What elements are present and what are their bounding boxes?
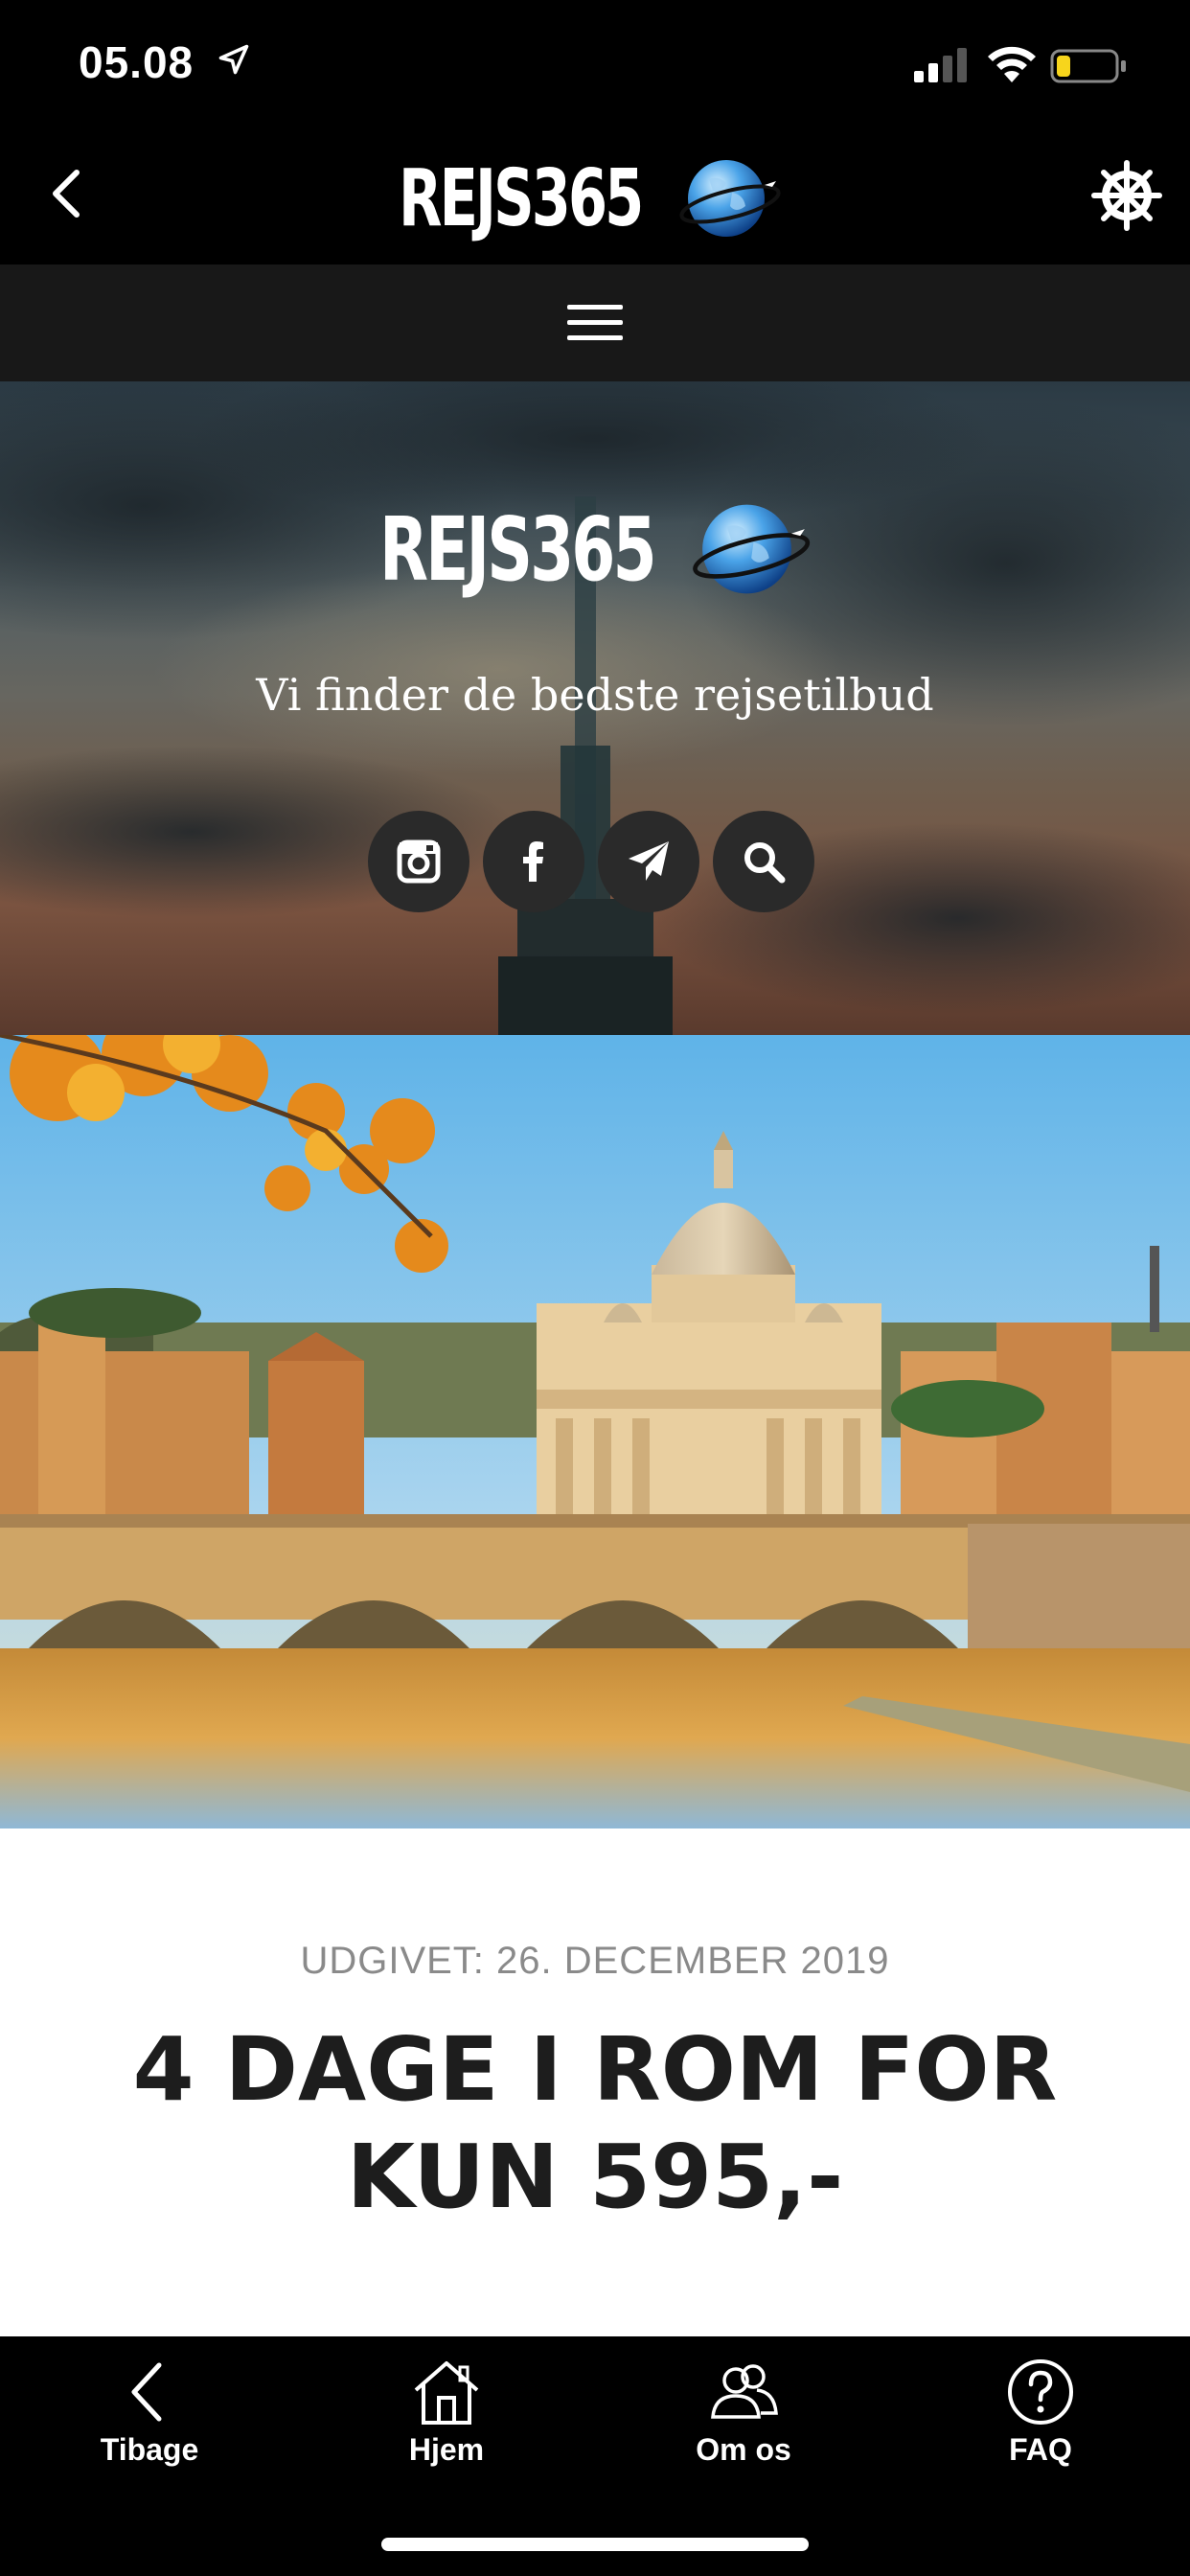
home-indicator[interactable] bbox=[381, 2538, 809, 2551]
tab-home[interactable]: Hjem bbox=[341, 2358, 552, 2501]
paper-plane-icon bbox=[629, 841, 669, 881]
tab-about[interactable]: Om os bbox=[638, 2358, 849, 2501]
ship-wheel-icon[interactable] bbox=[1090, 159, 1163, 232]
bottom-tab-bar: Tibage Hjem Om os FAQ bbox=[0, 2336, 1190, 2576]
tab-faq[interactable]: FAQ bbox=[935, 2358, 1146, 2501]
instagram-icon bbox=[397, 840, 441, 884]
status-bar: 05.08 bbox=[0, 0, 1190, 126]
logo-text: REJS365 bbox=[399, 152, 644, 244]
telegram-button[interactable] bbox=[598, 811, 699, 912]
search-icon bbox=[744, 842, 786, 884]
nav-bar: REJS365 bbox=[0, 126, 1190, 264]
article-featured-image[interactable] bbox=[0, 1035, 1190, 1828]
tab-label: FAQ bbox=[1009, 2432, 1072, 2467]
article-card: UDGIVET: 26. DECEMBER 2019 4 DAGE I ROM … bbox=[0, 1828, 1190, 2336]
hero-logo-text: REJS365 bbox=[379, 497, 657, 601]
nav-logo[interactable]: REJS365 bbox=[399, 146, 782, 251]
back-chevron-icon[interactable] bbox=[38, 159, 100, 228]
facebook-button[interactable] bbox=[483, 811, 584, 912]
people-icon bbox=[711, 2364, 778, 2419]
tab-label: Om os bbox=[696, 2432, 791, 2467]
wifi-icon bbox=[988, 46, 1036, 82]
battery-low-icon bbox=[1050, 49, 1126, 83]
hero-logo: REJS365 bbox=[379, 487, 812, 611]
social-buttons bbox=[368, 811, 814, 912]
tab-label: Hjem bbox=[408, 2432, 485, 2467]
status-time: 05.08 bbox=[79, 37, 195, 87]
hero-banner: REJS365 Vi finder de bedste rejsetilbud bbox=[0, 381, 1190, 1035]
rome-photo bbox=[0, 1035, 1190, 1828]
published-date: UDGIVET: 26. DECEMBER 2019 bbox=[300, 1940, 890, 1982]
question-circle-icon bbox=[1008, 2359, 1073, 2425]
tab-back[interactable]: Tibage bbox=[44, 2358, 255, 2501]
facebook-icon bbox=[523, 841, 543, 882]
instagram-button[interactable] bbox=[368, 811, 469, 912]
article-title[interactable]: 4 DAGE I ROM FOR KUN 595,- bbox=[96, 2016, 1094, 2231]
search-button[interactable] bbox=[713, 811, 814, 912]
menu-bar bbox=[0, 264, 1190, 381]
hero-tagline: Vi finder de bedste rejsetilbud bbox=[256, 669, 934, 721]
home-icon bbox=[414, 2361, 479, 2425]
globe-airplane-icon bbox=[693, 504, 811, 594]
chevron-left-icon bbox=[131, 2362, 162, 2422]
tab-label: Tibage bbox=[100, 2432, 199, 2467]
hamburger-menu-icon[interactable] bbox=[565, 299, 625, 347]
location-arrow-icon bbox=[218, 44, 249, 75]
globe-airplane-icon bbox=[679, 160, 781, 237]
cellular-signal-icon bbox=[914, 48, 967, 82]
